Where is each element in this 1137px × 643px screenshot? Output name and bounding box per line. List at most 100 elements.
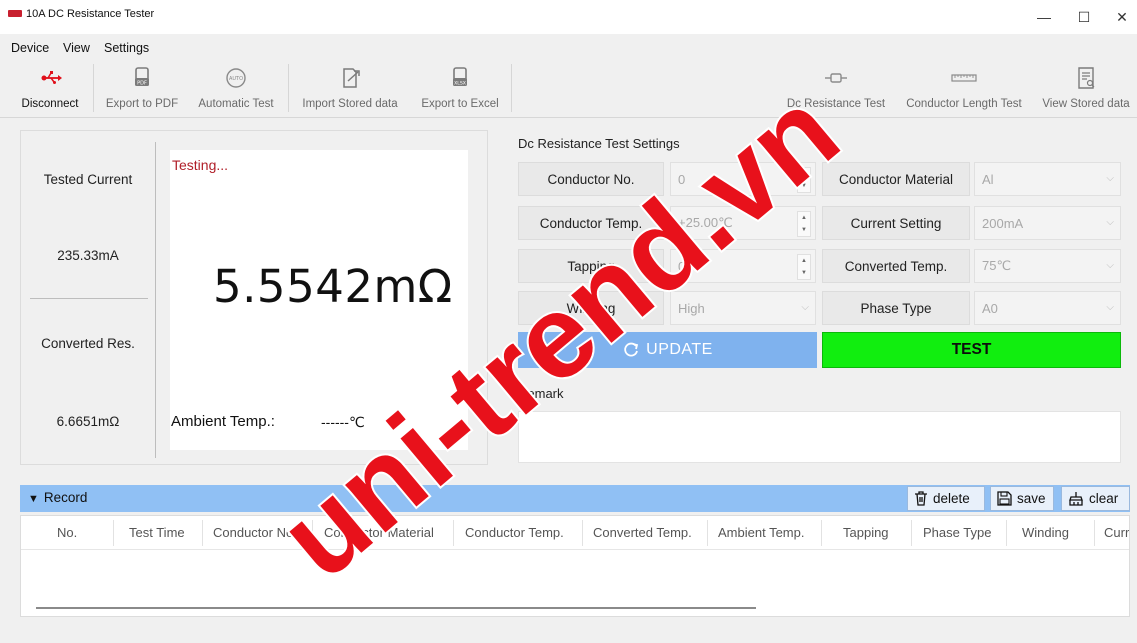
conductor-temp-field[interactable]: +25.00℃ ▲ ▼ [670, 206, 816, 240]
automatic-test-label: Automatic Test [198, 98, 274, 110]
column-divider [453, 520, 454, 546]
converted-res-label: Converted Res. [41, 336, 135, 351]
broom-icon [1069, 492, 1083, 506]
column-header[interactable]: Phase Type [923, 525, 991, 540]
column-header[interactable]: Conductor No. [213, 525, 297, 540]
record-toggle[interactable]: ▼ Record [28, 490, 87, 505]
divider [30, 298, 148, 299]
caret-down-icon: ▼ [28, 493, 39, 505]
automatic-test-button[interactable]: AUTO Automatic Test [190, 60, 282, 116]
update-label: UPDATE [646, 341, 713, 358]
menu-settings[interactable]: Settings [104, 41, 149, 55]
menu-view[interactable]: View [63, 41, 90, 55]
close-button[interactable]: ✕ [1108, 4, 1136, 30]
tapping-spinner[interactable]: ▲ ▼ [797, 254, 811, 280]
window-title: 10A DC Resistance Tester [26, 8, 155, 20]
usb-icon [41, 71, 62, 84]
tapping-field[interactable]: 00 ▲ ▼ [670, 249, 816, 283]
column-header[interactable]: Converted Temp. [593, 525, 692, 540]
clear-label: clear [1089, 491, 1119, 506]
winding-value: High [678, 300, 705, 316]
delete-button[interactable]: delete [907, 486, 985, 511]
app-logo-icon [8, 10, 22, 17]
column-header[interactable]: Conductor Material [324, 525, 434, 540]
update-button[interactable]: UPDATE [518, 332, 817, 368]
menu-bar [0, 36, 1137, 58]
view-stored-data-label: View Stored data [1042, 98, 1130, 110]
resistor-icon [825, 73, 847, 83]
column-divider [312, 520, 313, 546]
disconnect-button[interactable]: Disconnect [14, 60, 86, 116]
phase-type-select[interactable]: A0 ⌵ [974, 291, 1121, 325]
chevron-down-icon: ⌵ [1106, 302, 1114, 313]
conductor-material-value: Al [982, 171, 994, 187]
trash-icon [915, 491, 927, 506]
toolbar: Disconnect PDF Export to PDF AUTO Automa… [0, 58, 1137, 118]
column-header[interactable]: Conductor Temp. [465, 525, 564, 540]
record-table[interactable]: No. Test Time Conductor No. Conductor Ma… [20, 515, 1130, 617]
tapping-label: Tapping [518, 249, 664, 283]
view-stored-data-button[interactable]: View Stored data [1036, 60, 1136, 116]
save-button[interactable]: save [990, 486, 1054, 511]
save-icon [997, 491, 1012, 506]
ruler-icon [951, 74, 977, 82]
toolbar-divider [93, 64, 94, 112]
conductor-no-spinner[interactable]: ▲ ▼ [797, 167, 811, 193]
save-label: save [1017, 491, 1046, 506]
export-pdf-button[interactable]: PDF Export to PDF [100, 60, 184, 116]
disconnect-label: Disconnect [21, 98, 79, 110]
toolbar-divider [288, 64, 289, 112]
refresh-icon [624, 342, 639, 357]
winding-label: Winding [518, 291, 664, 325]
phase-type-label: Phase Type [822, 291, 970, 325]
converted-temp-select[interactable]: 75℃ ⌵ [974, 249, 1121, 283]
export-excel-button[interactable]: XLSX Export to Excel [414, 60, 506, 116]
clear-button[interactable]: clear [1061, 486, 1130, 511]
export-pdf-label: Export to PDF [105, 98, 179, 110]
svg-text:AUTO: AUTO [229, 76, 243, 82]
remark-input[interactable] [518, 411, 1121, 463]
minimize-button[interactable]: — [1030, 4, 1058, 30]
pdf-icon: PDF [135, 67, 149, 87]
phase-type-value: A0 [982, 300, 998, 316]
conductor-length-test-label: Conductor Length Test [906, 98, 1022, 110]
menu-device[interactable]: Device [11, 41, 49, 55]
conductor-length-test-button[interactable]: Conductor Length Test [896, 60, 1032, 116]
column-divider [911, 520, 912, 546]
chevron-down-icon: ⌵ [801, 302, 809, 313]
column-header[interactable]: Tapping [843, 525, 889, 540]
dc-resistance-test-label: Dc Resistance Test [786, 98, 886, 110]
table-header: No. Test Time Conductor No. Conductor Ma… [21, 516, 1129, 550]
chevron-down-icon: ⌵ [1106, 173, 1114, 184]
dc-resistance-test-button[interactable]: Dc Resistance Test [780, 60, 892, 116]
conductor-material-select[interactable]: Al ⌵ [974, 162, 1121, 196]
winding-select[interactable]: High ⌵ [670, 291, 816, 325]
status-text: Testing... [172, 157, 229, 173]
column-header[interactable]: Ambient Temp. [718, 525, 804, 540]
title-bar [0, 0, 1137, 34]
current-setting-value: 200mA [982, 215, 1024, 231]
toolbar-divider [511, 64, 512, 112]
column-header[interactable]: Test Time [129, 525, 185, 540]
ambient-temp-label: Ambient Temp.: [171, 413, 275, 430]
column-header[interactable]: Winding [1022, 525, 1069, 540]
document-search-icon [1078, 67, 1095, 89]
ambient-temp-value: ------℃ [321, 414, 365, 430]
column-header[interactable]: Curr [1104, 525, 1129, 540]
horizontal-scrollbar[interactable] [36, 607, 756, 609]
maximize-button[interactable]: ☐ [1070, 4, 1098, 30]
tested-current-label: Tested Current [43, 172, 133, 187]
test-button[interactable]: TEST [822, 332, 1121, 368]
conductor-no-field[interactable]: 0 ▲ ▼ [670, 162, 816, 196]
column-divider [202, 520, 203, 546]
column-header[interactable]: No. [57, 525, 77, 540]
converted-temp-value: 75℃ [982, 258, 1012, 273]
xlsx-icon: XLSX [453, 67, 467, 87]
import-stored-data-button[interactable]: Import Stored data [294, 60, 406, 116]
panel-divider [155, 142, 156, 458]
settings-title: Dc Resistance Test Settings [518, 136, 680, 151]
conductor-temp-spinner[interactable]: ▲ ▼ [797, 211, 811, 237]
current-setting-select[interactable]: 200mA ⌵ [974, 206, 1121, 240]
import-icon [343, 68, 360, 88]
tested-current-value: 235.33mA [57, 248, 119, 263]
